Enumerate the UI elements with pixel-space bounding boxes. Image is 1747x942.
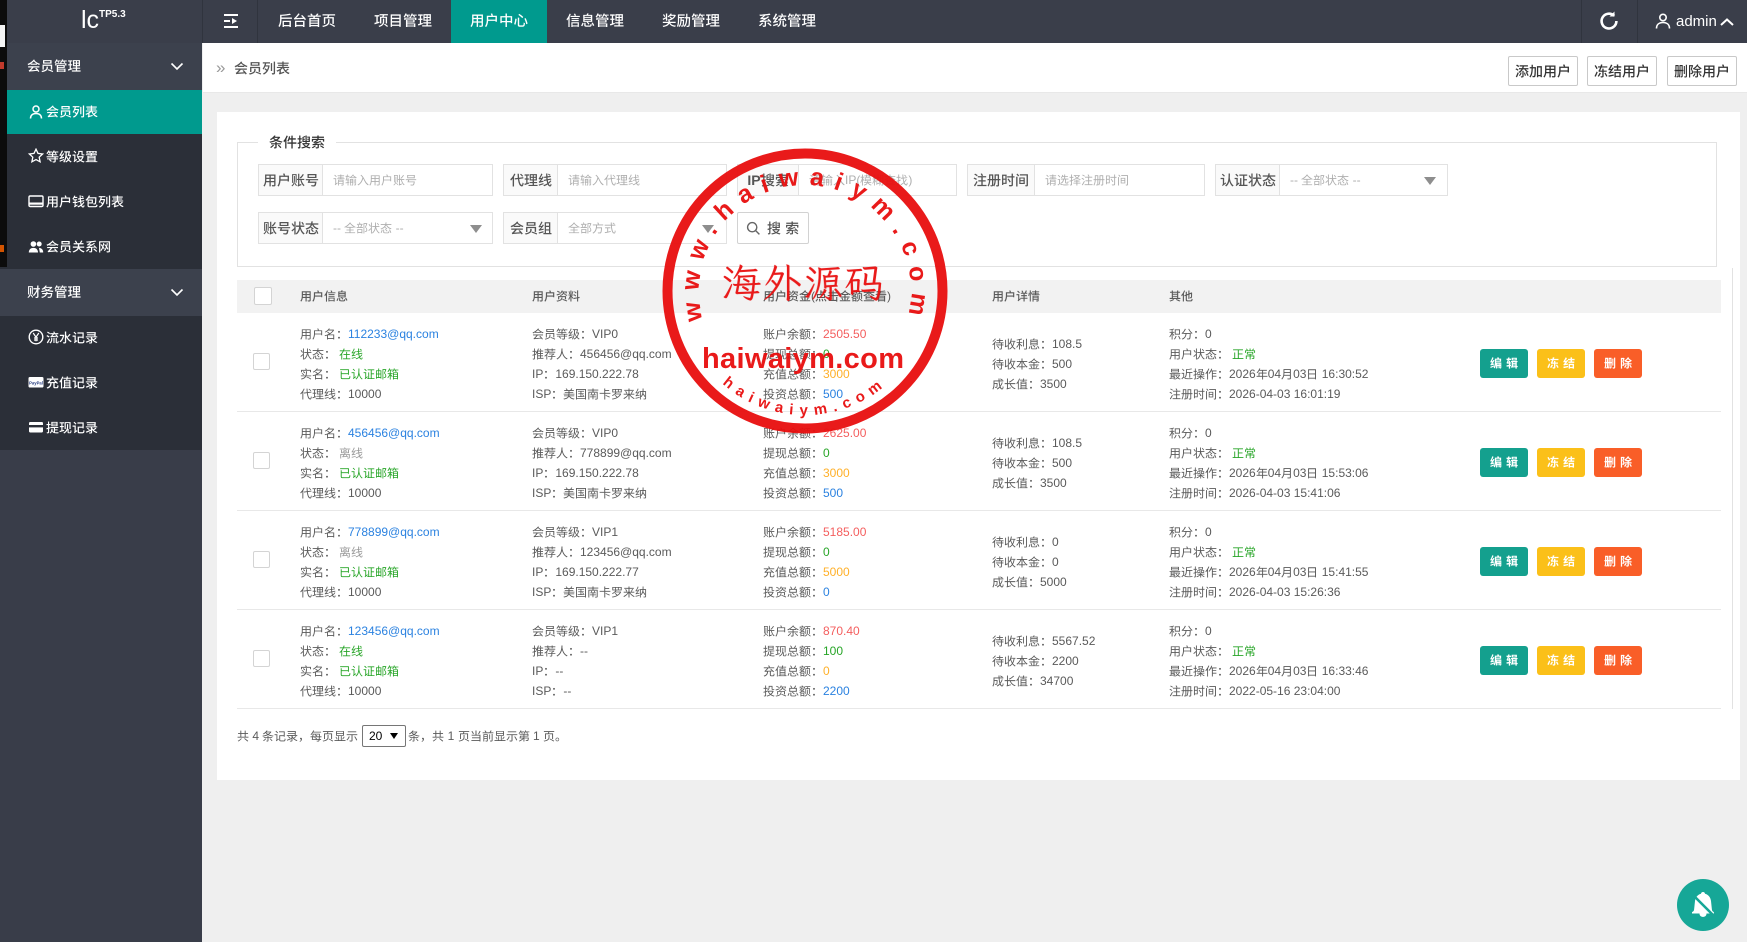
svg-text:haiwaiym.com: haiwaiym.com (702, 343, 904, 375)
svg-text:PayPal: PayPal (29, 381, 43, 386)
